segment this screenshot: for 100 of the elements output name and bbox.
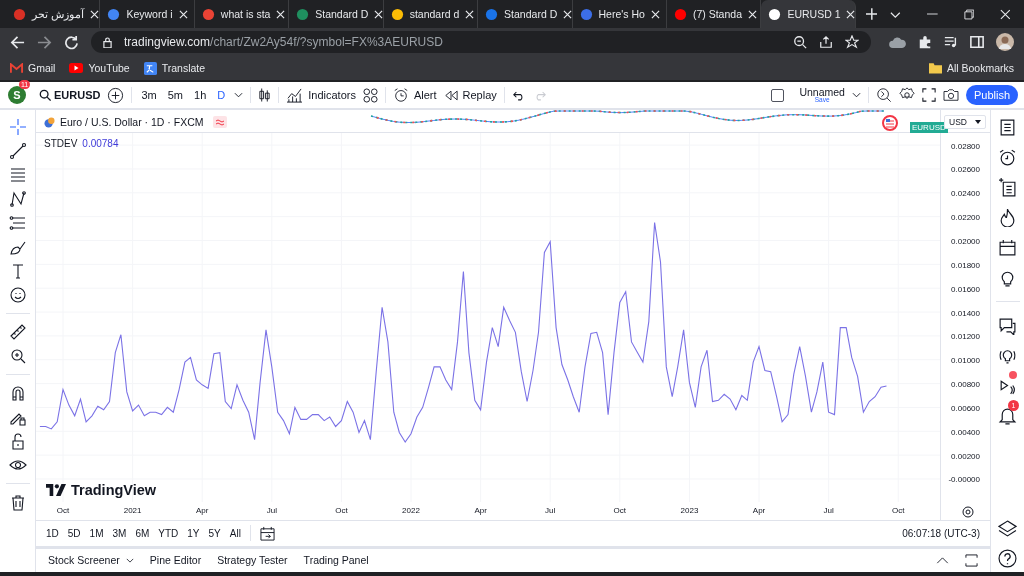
- clock-text[interactable]: 06:07:18 (UTC-3): [902, 527, 980, 539]
- new-tab-icon[interactable]: [865, 8, 878, 20]
- bookmark[interactable]: Translate: [143, 61, 206, 75]
- range-button[interactable]: 6M: [135, 527, 150, 539]
- avatar-icon[interactable]: [996, 33, 1014, 51]
- indicator-value: 0.00784: [82, 138, 119, 149]
- calendar-icon[interactable]: [998, 238, 1017, 257]
- lines-icon[interactable]: [8, 166, 27, 184]
- close-icon[interactable]: [276, 9, 286, 19]
- sidebar-icon[interactable]: [970, 35, 984, 49]
- alarm-clock-icon[interactable]: [998, 148, 1017, 167]
- axis-label: 0.00600: [951, 403, 980, 413]
- indicator-name[interactable]: STDEV: [44, 138, 78, 149]
- pattern-icon[interactable]: [8, 190, 27, 208]
- ranges-icon[interactable]: [8, 214, 27, 232]
- emoji-icon[interactable]: [8, 286, 27, 304]
- symbol-search[interactable]: EURUSD: [39, 89, 101, 101]
- candles-icon[interactable]: [258, 87, 272, 103]
- site-icon: [768, 7, 782, 21]
- maximize-icon[interactable]: [965, 553, 978, 567]
- bookmarks-folder[interactable]: All Bookmarks: [928, 62, 1014, 74]
- browser-tab[interactable]: EURUSD 1: [761, 0, 856, 28]
- back-icon[interactable]: [10, 34, 25, 50]
- close-icon[interactable]: [846, 9, 855, 19]
- chevron-down-icon[interactable]: [851, 92, 861, 98]
- axis-label: Oct: [335, 506, 348, 515]
- chevron-up-icon[interactable]: [936, 556, 949, 564]
- close-icon[interactable]: [1000, 8, 1012, 20]
- range-button[interactable]: 1Y: [187, 527, 200, 539]
- chevron-down-icon[interactable]: [234, 92, 244, 98]
- close-icon[interactable]: [465, 9, 475, 19]
- layers-icon[interactable]: [998, 519, 1017, 538]
- interval-button[interactable]: 1h: [192, 89, 209, 101]
- calendar-icon[interactable]: [259, 525, 275, 541]
- add-symbol-icon[interactable]: [107, 86, 125, 104]
- list-icon[interactable]: [998, 118, 1017, 137]
- range-button[interactable]: 1M: [89, 527, 104, 539]
- axis-label: Oct: [892, 506, 905, 515]
- indicators-button[interactable]: Indicators: [286, 87, 356, 103]
- interval-button[interactable]: 3m: [139, 89, 159, 101]
- ruler-icon[interactable]: [8, 323, 27, 341]
- range-button[interactable]: All: [229, 527, 241, 539]
- star-icon[interactable]: [845, 35, 859, 49]
- fullscreen-icon[interactable]: [921, 88, 936, 102]
- lock-icon: [103, 36, 112, 48]
- media-icon[interactable]: [944, 35, 958, 49]
- flame-icon[interactable]: [998, 208, 1017, 227]
- chat-icon[interactable]: [998, 316, 1017, 335]
- panel-tab[interactable]: Trading Panel: [303, 554, 369, 567]
- publish-button[interactable]: Publish: [965, 85, 1018, 105]
- templates-icon[interactable]: [362, 87, 378, 103]
- trend-line-icon[interactable]: [8, 142, 27, 160]
- indicators-icon: [286, 87, 304, 103]
- panel-tab[interactable]: Stock Screener: [48, 554, 134, 567]
- site-icon: [390, 7, 404, 21]
- cloud-icon[interactable]: [889, 35, 906, 49]
- range-button[interactable]: 3M: [112, 527, 127, 539]
- quick-search-icon[interactable]: [875, 87, 892, 103]
- puzzle-icon[interactable]: [918, 35, 932, 49]
- help-icon[interactable]: [998, 549, 1017, 568]
- share-icon[interactable]: [819, 35, 833, 49]
- close-icon[interactable]: [748, 9, 757, 19]
- bookmark[interactable]: YouTube: [69, 62, 130, 74]
- interval-button[interactable]: D: [215, 89, 228, 101]
- close-icon[interactable]: [89, 9, 99, 19]
- address-field[interactable]: tradingview.com/chart/Zw2Ay54f/?symbol=FX%3AEURUSD: [91, 31, 871, 53]
- camera-icon[interactable]: [942, 88, 959, 102]
- rewind-icon: [443, 89, 458, 101]
- add-list-icon[interactable]: [998, 178, 1017, 197]
- replay-button[interactable]: Replay: [443, 89, 497, 101]
- interval-button[interactable]: 5m: [165, 89, 185, 101]
- axis-label: Apr: [196, 506, 209, 515]
- undo-icon[interactable]: [511, 89, 526, 101]
- close-icon[interactable]: [374, 9, 383, 19]
- user-avatar[interactable]: S: [8, 86, 26, 104]
- axis-label: Jul: [545, 506, 556, 515]
- wave-icon[interactable]: [212, 116, 227, 128]
- axis-label: 0.02600: [951, 165, 980, 175]
- axis-label: Jul: [266, 506, 277, 515]
- panel-tab[interactable]: Strategy Tester: [217, 554, 288, 567]
- range-button[interactable]: 5Y: [208, 527, 221, 539]
- close-icon[interactable]: [178, 9, 188, 19]
- bell-icon[interactable]: [998, 406, 1017, 425]
- alert-button[interactable]: Alert: [392, 87, 437, 103]
- currency-select[interactable]: USD: [944, 115, 986, 129]
- restore-icon[interactable]: [963, 8, 975, 20]
- forward-icon[interactable]: [37, 34, 52, 50]
- bookmark[interactable]: Gmail: [10, 62, 56, 74]
- settings-icon[interactable]: [962, 506, 974, 518]
- axis-label: 0.00400: [951, 427, 980, 437]
- checkbox[interactable]: [771, 88, 785, 102]
- range-button[interactable]: 1D: [46, 527, 59, 539]
- range-button[interactable]: YTD: [158, 527, 179, 539]
- reload-icon[interactable]: [64, 34, 79, 50]
- range-button[interactable]: 5D: [67, 527, 81, 539]
- panel-tab[interactable]: Pine Editor: [149, 554, 202, 567]
- zoom-in-icon[interactable]: [8, 347, 27, 365]
- zoom-icon[interactable]: [793, 35, 807, 49]
- close-icon[interactable]: [563, 9, 572, 19]
- close-icon[interactable]: [650, 9, 660, 19]
